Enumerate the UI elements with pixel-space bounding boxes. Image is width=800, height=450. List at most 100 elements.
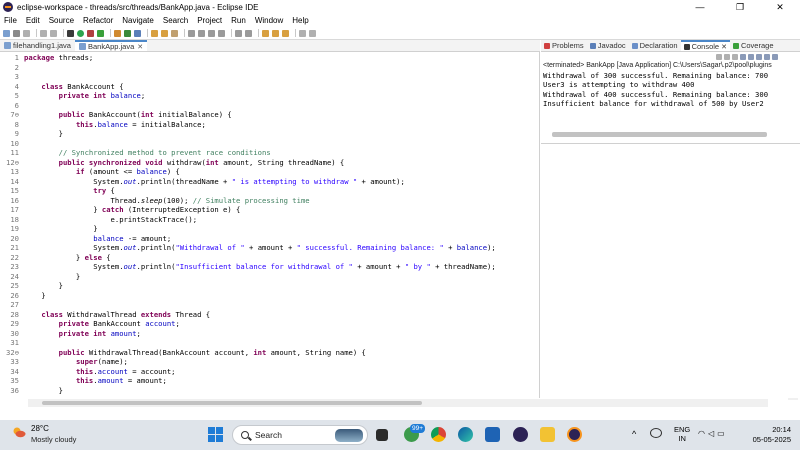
save-all-icon[interactable] [23,29,30,37]
annotation-icon[interactable] [171,29,178,37]
code-line[interactable]: 2 [0,63,539,73]
toggle-mark-icon[interactable] [198,29,205,37]
save-icon[interactable] [13,29,20,37]
menu-edit[interactable]: Edit [26,16,40,25]
taskbar-search-box[interactable]: Search [232,425,368,445]
code-line[interactable]: 31 [0,338,539,348]
menu-refactor[interactable]: Refactor [83,16,113,25]
code-line[interactable]: 30 private int amount; [0,329,539,339]
code-line[interactable]: 33 super(name); [0,357,539,367]
tab-coverage[interactable]: Coverage [730,40,777,51]
code-line[interactable]: 12⊖ public synchronized void withdraw(in… [0,158,539,168]
new-class-icon[interactable] [124,29,131,37]
undo-icon[interactable] [50,29,57,37]
new-icon[interactable] [3,29,10,37]
code-line[interactable]: 28 class WithdrawalThread extends Thread… [0,310,539,320]
task-view-icon[interactable] [376,429,388,441]
code-line[interactable]: 34 this.account = account; [0,367,539,377]
clear-console-icon[interactable] [732,53,738,60]
close-tab-icon[interactable]: ✕ [137,43,143,51]
code-line[interactable]: 26 } [0,291,539,301]
code-line[interactable]: 35 this.amount = amount; [0,376,539,386]
editor-horizontal-scrollbar[interactable] [28,399,768,407]
store-icon[interactable] [485,427,500,442]
menu-run[interactable]: Run [231,16,246,25]
code-line[interactable]: 5 private int balance; [0,91,539,101]
console-output[interactable]: <terminated> BankApp [Java Application] … [541,61,800,141]
code-line[interactable]: 16 Thread.sleep(100); // Simulate proces… [0,196,539,206]
cloud-sync-icon[interactable] [650,428,662,438]
battery-icon[interactable]: ▭ [717,429,728,438]
code-line[interactable]: 32⊖ public WithdrawalThread(BankAccount … [0,348,539,358]
minimize-button[interactable]: — [680,0,720,14]
tab-declaration[interactable]: Declaration [629,40,681,51]
code-line[interactable]: 24 } [0,272,539,282]
terminate-icon[interactable] [716,53,722,60]
open-console-icon[interactable] [772,53,778,60]
weather-temperature[interactable]: 28°C [31,424,49,433]
show-hidden-icons-icon[interactable]: ^ [632,429,636,439]
code-line[interactable]: 22 } else { [0,253,539,263]
next-annotation-icon[interactable] [235,29,242,37]
scroll-lock-icon[interactable] [740,53,746,60]
code-line[interactable]: 7⊖ public BankAccount(int initialBalance… [0,110,539,120]
file-explorer-icon[interactable] [540,427,555,442]
code-line[interactable]: 1 package threads; [0,53,539,63]
chrome-icon[interactable] [431,427,446,442]
edge-icon[interactable] [458,427,473,442]
print-icon[interactable] [40,29,47,37]
word-wrap-icon[interactable] [748,53,754,60]
code-line[interactable]: 10 [0,139,539,149]
remove-launch-icon[interactable] [724,53,730,60]
close-button[interactable]: ✕ [760,0,800,14]
block-select-icon[interactable] [218,29,225,37]
tab-bankapp[interactable]: BankApp.java ✕ [74,40,148,51]
menu-search[interactable]: Search [163,16,188,25]
display-console-icon[interactable] [764,53,770,60]
prev-annotation-icon[interactable] [245,29,252,37]
last-edit-icon[interactable] [262,29,269,37]
menu-window[interactable]: Window [255,16,283,25]
scrollbar-thumb[interactable] [42,401,422,405]
pin-console-icon[interactable] [756,53,762,60]
language-indicator[interactable]: ENG IN [674,425,690,443]
eclipse-taskbar-icon[interactable] [513,427,528,442]
perspective-icon[interactable] [299,29,306,37]
menu-project[interactable]: Project [197,16,222,25]
menu-navigate[interactable]: Navigate [122,16,154,25]
close-tab-icon[interactable]: ✕ [721,43,727,51]
tab-console[interactable]: Console ✕ [680,40,730,51]
code-line[interactable]: 8 this.balance = initialBalance; [0,120,539,130]
open-task-icon[interactable] [151,29,158,37]
weather-description[interactable]: Mostly cloudy [31,435,76,444]
code-line[interactable]: 21 System.out.println("Withdrawal of " +… [0,243,539,253]
code-line[interactable]: 15 try { [0,186,539,196]
search-icon[interactable] [161,29,168,37]
code-line[interactable]: 11 // Synchronized method to prevent rac… [0,148,539,158]
menu-file[interactable]: File [4,16,17,25]
console-horizontal-scrollbar[interactable] [552,132,767,137]
code-line[interactable]: 13 if (amount <= balance) { [0,167,539,177]
code-line[interactable]: 3 [0,72,539,82]
code-line[interactable]: 23 System.out.println("Insufficient bala… [0,262,539,272]
menu-source[interactable]: Source [49,16,74,25]
show-whitespace-icon[interactable] [208,29,215,37]
forward-icon[interactable] [282,29,289,37]
code-line[interactable]: 14 System.out.println(threadName + " is … [0,177,539,187]
eclipse-active-icon[interactable] [567,427,582,442]
new-package-icon[interactable] [114,29,121,37]
run-icon[interactable] [77,29,84,37]
code-line[interactable]: 29 private BankAccount account; [0,319,539,329]
view-menu-icon[interactable] [309,29,316,37]
code-line[interactable]: 6 [0,101,539,111]
menu-help[interactable]: Help [292,16,308,25]
tab-filehandling1[interactable]: filehandling1.java [0,40,75,51]
external-tools-icon[interactable] [97,29,104,37]
code-editor[interactable]: 1 package threads; 2 3 4 class BankAccount {… [0,52,540,398]
code-line[interactable]: 19 } [0,224,539,234]
code-line[interactable]: 36 } [0,386,539,396]
code-line[interactable]: 25 } [0,281,539,291]
code-line[interactable]: 27 [0,300,539,310]
weather-cloudy-icon[interactable] [12,426,26,438]
code-line[interactable]: 18 e.printStackTrace(); [0,215,539,225]
